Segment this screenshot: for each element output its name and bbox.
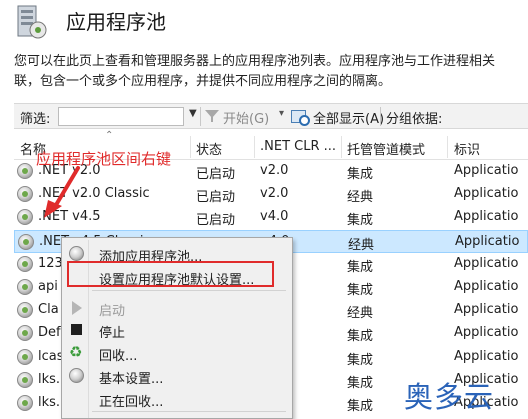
group-by-label[interactable]: 分组依据: xyxy=(386,108,442,127)
cell-identity: Applicatio xyxy=(454,209,519,225)
cell-identity: Applicatio xyxy=(454,279,519,294)
cell-pipeline: 集成 xyxy=(347,167,374,182)
app-pool-icon xyxy=(17,186,33,203)
cell-clr: v2.0 xyxy=(260,163,289,178)
menu-item-label: 正在回收... xyxy=(99,395,164,410)
app-pool-icon xyxy=(17,395,33,411)
cell-clr: v4.0 xyxy=(260,209,289,225)
menu-item-start[interactable]: 启动 xyxy=(64,296,290,320)
cell-identity: Applicatio xyxy=(454,163,519,178)
filter-input[interactable] xyxy=(58,107,184,126)
menu-item-basic-settings[interactable]: 基本设置... xyxy=(64,364,290,388)
app-pool-icon xyxy=(17,163,33,179)
show-all-button[interactable]: 全部显示(A) xyxy=(313,108,384,127)
sort-caret-icon: ⌃ xyxy=(105,130,114,141)
context-menu: 添加应用程序池... 设置应用程序池默认设置... 启动 停止 ♻ 回收... 基本设置..… xyxy=(61,237,293,419)
menu-item-label: 回收... xyxy=(99,349,138,364)
page-header: 应用程序池 xyxy=(0,0,528,44)
column-divider[interactable] xyxy=(190,136,191,158)
column-divider[interactable] xyxy=(254,136,255,158)
app-pool-icon xyxy=(17,348,33,365)
menu-separator xyxy=(92,411,286,412)
menu-separator xyxy=(92,290,286,291)
recycle-icon: ♻ xyxy=(69,343,83,361)
toolbar-divider xyxy=(380,107,381,126)
app-pool-icon xyxy=(17,255,33,272)
app-pool-icon xyxy=(17,279,33,295)
cell-pipeline: 经典 xyxy=(347,190,374,206)
table-row[interactable]: .NET v4.5 已启动 v4.0 集成 Applicatio xyxy=(14,206,528,229)
stop-icon xyxy=(71,324,82,335)
menu-item-recycling[interactable]: 正在回收... xyxy=(64,387,290,411)
menu-item-recycle[interactable]: ♻ 回收... xyxy=(64,341,290,365)
menu-item-stop[interactable]: 停止 xyxy=(64,318,290,342)
cell-status: 已启动 xyxy=(196,190,236,206)
column-status[interactable]: 状态 xyxy=(196,139,222,158)
cell-pipeline: 经典 xyxy=(348,237,375,253)
annotation-highlight-box xyxy=(67,261,274,287)
cell-identity: Applicatio xyxy=(454,348,519,364)
filter-label: 筛选: xyxy=(20,112,51,127)
column-clr[interactable]: .NET CLR ... xyxy=(260,139,336,154)
app-pool-icon xyxy=(17,325,33,342)
watermark-logo: 奥多云 xyxy=(404,380,495,414)
column-divider[interactable] xyxy=(341,136,342,158)
server-icon xyxy=(17,5,47,39)
cell-pipeline: 经典 xyxy=(347,306,374,322)
page-title: 应用程序池 xyxy=(66,10,166,34)
funnel-icon-stem xyxy=(211,117,213,122)
cell-identity: Applicatio xyxy=(454,325,519,341)
filter-toolbar: 筛选: ▼ 开始(G) ▾ 全部显示(A) 分组依据: xyxy=(14,103,528,129)
cell-status: 已启动 xyxy=(196,213,236,229)
app-pool-icon xyxy=(17,302,33,319)
cell-pipeline: 集成 xyxy=(347,259,374,275)
cell-identity: Applicatio xyxy=(454,186,519,202)
column-identity[interactable]: 标识 xyxy=(454,139,480,158)
cell-pipeline: 集成 xyxy=(347,329,374,345)
toolbar-divider xyxy=(200,107,201,126)
column-divider[interactable] xyxy=(447,136,448,158)
add-pool-icon xyxy=(69,246,84,261)
show-all-icon xyxy=(291,110,310,126)
cell-pipeline: 集成 xyxy=(347,283,374,298)
menu-item-label: 基本设置... xyxy=(99,372,164,387)
start-filter-button[interactable]: 开始(G) xyxy=(223,108,269,127)
annotation-arrow xyxy=(44,166,80,218)
app-pool-icon xyxy=(18,233,34,250)
cell-identity: Applicatio xyxy=(454,302,519,318)
app-pool-icon xyxy=(17,371,33,388)
cell-pipeline: 集成 xyxy=(347,352,374,368)
cell-identity: Applicatio xyxy=(455,233,520,249)
menu-item-label: 停止 xyxy=(99,326,126,341)
cell-identity: Applicatio xyxy=(454,255,519,271)
cell-status: 已启动 xyxy=(196,167,236,182)
cell-pipeline: 集成 xyxy=(347,213,374,229)
column-pipeline[interactable]: 托管管道模式 xyxy=(347,139,425,158)
menu-item-label: 启动 xyxy=(99,304,126,319)
start-dropdown-icon[interactable]: ▾ xyxy=(279,108,284,119)
cell-clr: v2.0 xyxy=(260,186,289,202)
settings-icon xyxy=(69,368,84,383)
play-icon xyxy=(72,301,82,315)
table-row[interactable]: .NET v2.0 Classic 已启动 v2.0 经典 Applicatio xyxy=(14,183,528,206)
filter-dropdown-icon[interactable]: ▼ xyxy=(189,108,197,119)
page-description: 您可以在此页上查看和管理服务器上的应用程序池列表。应用程序池与工作进程相关联，包… xyxy=(14,54,496,89)
app-pool-icon xyxy=(17,209,33,226)
